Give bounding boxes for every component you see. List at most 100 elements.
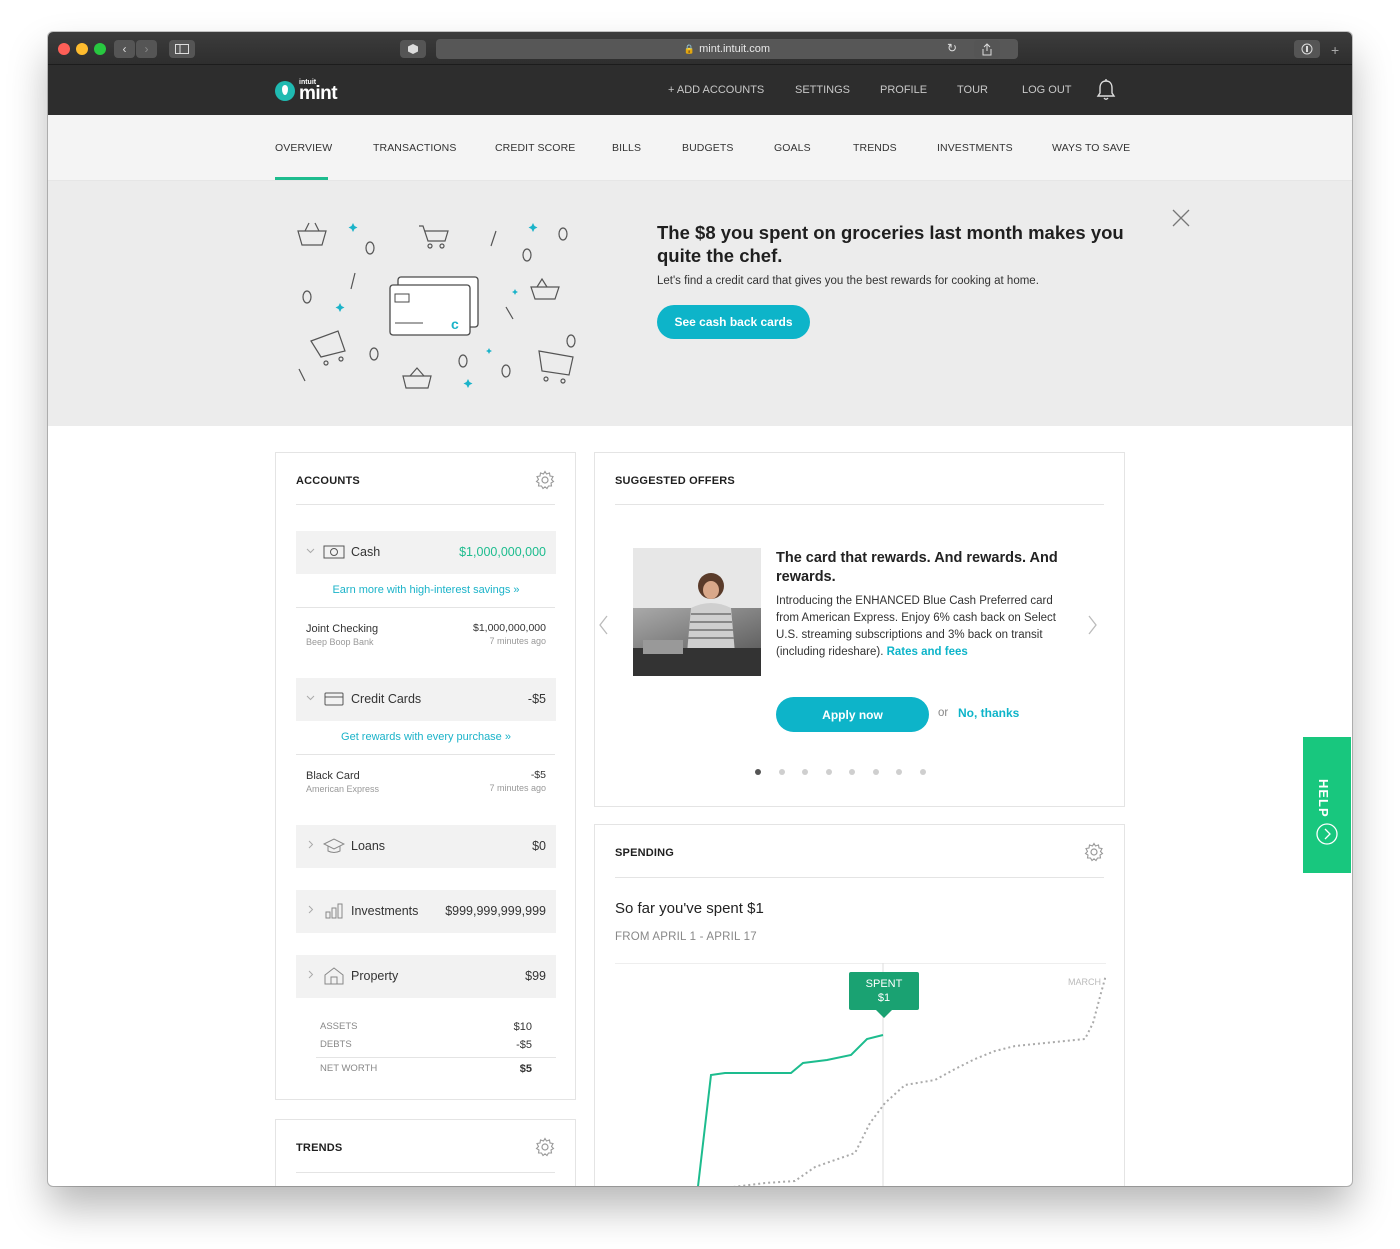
rates-and-fees-link[interactable]: Rates and fees — [887, 646, 968, 658]
extension-button[interactable] — [400, 40, 426, 58]
back-button[interactable]: ‹ — [114, 40, 135, 58]
bell-icon[interactable] — [1096, 78, 1116, 102]
carousel-dot[interactable] — [849, 769, 855, 775]
mint-logo[interactable]: intuit mint — [275, 79, 338, 103]
carousel-pagination — [755, 769, 926, 775]
tab-bills[interactable]: BILLS — [612, 142, 641, 154]
account-group-investments[interactable]: Investments $999,999,999,999 — [296, 890, 556, 933]
compare-label: MARCH — [1068, 977, 1101, 987]
carousel-dot[interactable] — [896, 769, 902, 775]
share-button[interactable] — [974, 40, 1000, 58]
app-header: intuit mint + ADD ACCOUNTS SETTINGS PROF… — [48, 65, 1352, 115]
account-group-amount: $1,000,000,000 — [459, 545, 546, 559]
account-group-credit-cards[interactable]: Credit Cards -$5 — [296, 678, 556, 721]
gear-icon[interactable] — [535, 1137, 555, 1157]
summary-label: ASSETS — [320, 1021, 358, 1032]
browser-toolbar: ‹ › 🔒 mint.intuit.com ↻ + — [48, 32, 1352, 65]
chevron-down-icon — [306, 548, 315, 554]
settings-link[interactable]: SETTINGS — [795, 84, 850, 96]
chevron-circle-icon — [1316, 823, 1338, 845]
spending-title: SPENDING — [615, 847, 675, 859]
account-group-loans[interactable]: Loans $0 — [296, 825, 556, 868]
apply-now-button[interactable]: Apply now — [776, 697, 929, 732]
no-thanks-link[interactable]: No, thanks — [958, 706, 1019, 720]
carousel-dot[interactable] — [755, 769, 761, 775]
tab-credit-score[interactable]: CREDIT SCORE — [495, 142, 575, 154]
active-tab-indicator — [275, 177, 328, 180]
offer-photo — [633, 548, 761, 676]
tooltip-label: SPENT — [866, 978, 903, 990]
logout-link[interactable]: LOG OUT — [1022, 84, 1072, 96]
offer-description: Introducing the ENHANCED Blue Cash Prefe… — [776, 593, 1071, 661]
minimize-window-button[interactable] — [76, 43, 88, 55]
reload-icon[interactable]: ↻ — [947, 41, 957, 55]
browser-window: ‹ › 🔒 mint.intuit.com ↻ + intuit mint + … — [48, 32, 1352, 1186]
summary-net-worth: NET WORTH $5 — [320, 1063, 532, 1075]
see-cash-back-cards-button[interactable]: See cash back cards — [657, 305, 810, 339]
divider — [316, 1057, 556, 1058]
account-group-label: Cash — [351, 545, 381, 559]
close-icon[interactable] — [1170, 207, 1192, 229]
close-window-button[interactable] — [58, 43, 70, 55]
high-interest-savings-link[interactable]: Earn more with high-interest savings » — [296, 584, 556, 596]
address-bar[interactable]: 🔒 mint.intuit.com — [436, 39, 1018, 59]
offers-title: SUGGESTED OFFERS — [615, 475, 735, 487]
carousel-dot[interactable] — [825, 769, 832, 775]
carousel-dot[interactable] — [802, 769, 808, 775]
password-manager-button[interactable] — [1294, 40, 1320, 58]
add-accounts-link[interactable]: + ADD ACCOUNTS — [668, 84, 764, 96]
account-group-label: Property — [351, 969, 399, 983]
tab-overview[interactable]: OVERVIEW — [275, 142, 332, 154]
account-row-joint-checking[interactable]: Joint Checking Beep Boop Bank $1,000,000… — [296, 613, 556, 661]
account-group-cash[interactable]: Cash $1,000,000,000 — [296, 531, 556, 574]
profile-link[interactable]: PROFILE — [880, 84, 927, 96]
tab-ways-to-save[interactable]: WAYS TO SAVE — [1052, 142, 1130, 154]
chevron-down-icon — [306, 695, 315, 701]
gear-icon[interactable] — [1084, 842, 1104, 862]
account-institution: Beep Boop Bank — [306, 637, 374, 647]
spending-card: SPENDING So far you've spent $1 FROM APR… — [594, 824, 1125, 1186]
tab-transactions[interactable]: TRANSACTIONS — [373, 142, 456, 154]
sidebar-icon — [175, 44, 189, 54]
account-group-amount: -$5 — [527, 692, 546, 706]
spending-date-range: FROM APRIL 1 - APRIL 17 — [615, 931, 757, 943]
account-name: Black Card — [306, 770, 360, 782]
graduation-cap-icon — [323, 838, 345, 853]
zoom-window-button[interactable] — [94, 43, 106, 55]
chevron-left-icon: ‹ — [122, 42, 127, 56]
accounts-title: ACCOUNTS — [296, 475, 360, 487]
tab-trends[interactable]: TRENDS — [853, 142, 897, 154]
chevron-right-icon[interactable] — [1085, 613, 1099, 637]
carousel-dot[interactable] — [778, 769, 785, 775]
cube-icon — [408, 44, 418, 54]
divider — [615, 504, 1104, 505]
tab-budgets[interactable]: BUDGETS — [682, 142, 733, 154]
summary-label: DEBTS — [320, 1039, 352, 1050]
account-group-property[interactable]: Property $99 — [296, 955, 556, 998]
tour-link[interactable]: TOUR — [957, 84, 988, 96]
summary-label: NET WORTH — [320, 1063, 378, 1074]
account-group-label: Investments — [351, 904, 419, 918]
divider — [296, 607, 555, 608]
sidebar-toggle-button[interactable] — [169, 40, 195, 58]
summary-value: $5 — [519, 1063, 532, 1075]
account-row-black-card[interactable]: Black Card American Express -$5 7 minute… — [296, 760, 556, 808]
gear-icon[interactable] — [535, 470, 555, 490]
help-tab[interactable]: HELP — [1303, 737, 1351, 873]
spending-headline: So far you've spent $1 — [615, 900, 764, 917]
tab-goals[interactable]: GOALS — [774, 142, 811, 154]
account-updated-time: 7 minutes ago — [489, 636, 546, 646]
carousel-dot[interactable] — [872, 769, 879, 775]
share-icon — [982, 42, 992, 55]
main-tabs: OVERVIEW TRANSACTIONS CREDIT SCORE BILLS… — [48, 115, 1352, 181]
suggested-offers-card: SUGGESTED OFFERS The card that rewards. … — [594, 452, 1125, 807]
chevron-left-icon[interactable] — [597, 613, 611, 637]
forward-button[interactable]: › — [136, 40, 157, 58]
tab-investments[interactable]: INVESTMENTS — [937, 142, 1013, 154]
account-group-amount: $99 — [525, 969, 546, 983]
banner-headline: The $8 you spent on groceries last month… — [657, 222, 1124, 266]
account-group-label: Credit Cards — [351, 692, 422, 706]
new-tab-button[interactable]: + — [1331, 42, 1339, 58]
carousel-dot[interactable] — [919, 769, 926, 775]
rewards-link[interactable]: Get rewards with every purchase » — [296, 731, 556, 743]
